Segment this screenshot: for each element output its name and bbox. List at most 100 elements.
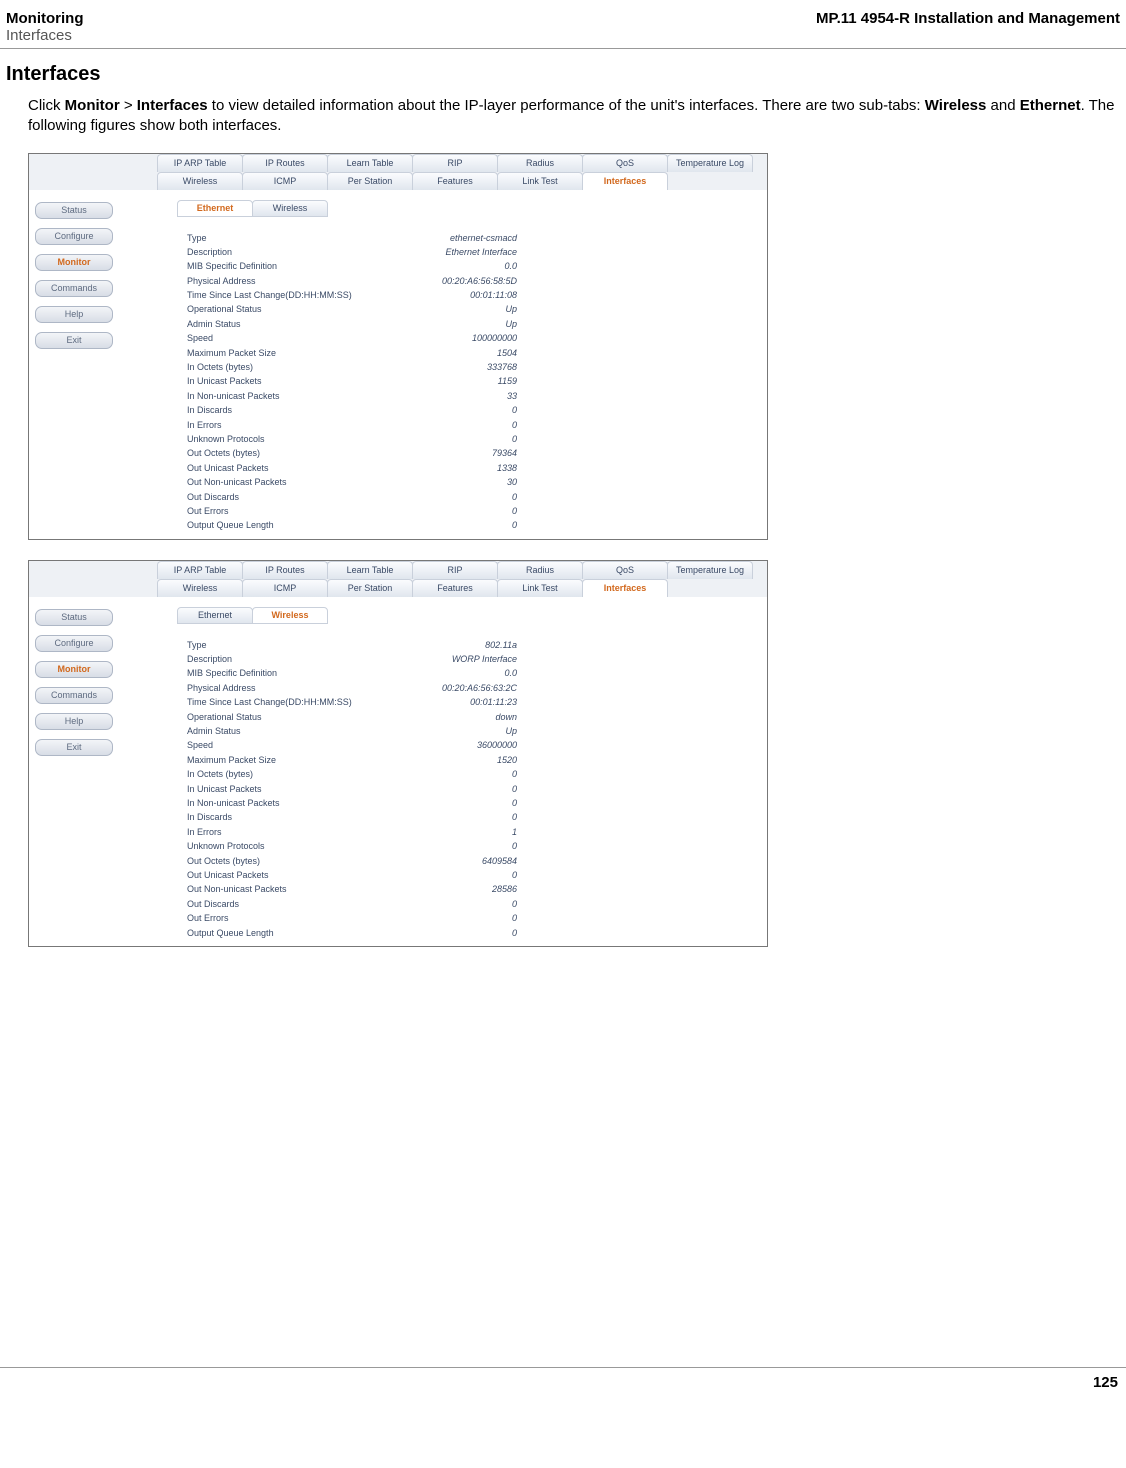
subtab-ethernet[interactable]: Ethernet [177,607,253,624]
nav-monitor-button[interactable]: Monitor [35,661,113,678]
subtab-wireless[interactable]: Wireless [252,200,328,217]
data-label: Physical Address [187,681,256,695]
data-row: Output Queue Length0 [187,926,517,940]
data-label: Maximum Packet Size [187,346,276,360]
data-row: Type802.11a [187,638,517,652]
section-title: Interfaces [6,63,1120,86]
nav-help-button[interactable]: Help [35,306,113,323]
data-label: Out Octets (bytes) [187,446,260,460]
data-row: Speed36000000 [187,738,517,752]
tab-learn-table[interactable]: Learn Table [327,561,413,579]
data-value: 1338 [497,461,517,475]
data-row: Unknown Protocols0 [187,432,517,446]
page-number: 125 [1093,1374,1118,1391]
tab-features[interactable]: Features [412,579,498,597]
nav-commands-button[interactable]: Commands [35,280,113,297]
tab-icmp[interactable]: ICMP [242,172,328,190]
data-value: Up [505,302,517,316]
nav-configure-button[interactable]: Configure [35,228,113,245]
data-value: 0.0 [504,666,517,680]
data-row: In Errors0 [187,418,517,432]
data-row: Out Discards 0 [187,490,517,504]
tab-ip-routes[interactable]: IP Routes [242,154,328,172]
data-label: Out Non-unicast Packets [187,475,287,489]
header-left: Monitoring Interfaces [6,10,83,44]
tab-per-station[interactable]: Per Station [327,579,413,597]
nav-status-button[interactable]: Status [35,609,113,626]
data-value: 0 [512,782,517,796]
data-label: Description [187,245,232,259]
tab-qos[interactable]: QoS [582,561,668,579]
data-value: 1159 [498,374,517,388]
nav-exit-button[interactable]: Exit [35,332,113,349]
data-row: In Unicast Packets1159 [187,374,517,388]
data-label: Description [187,652,232,666]
header-section: Monitoring [6,10,83,27]
data-label: Out Discards [187,490,239,504]
nav-exit-button[interactable]: Exit [35,739,113,756]
page-header: Monitoring Interfaces MP.11 4954-R Insta… [0,0,1126,49]
tab-ip-arp-table[interactable]: IP ARP Table [157,154,243,172]
data-label: In Discards [187,810,232,824]
data-row: In Unicast Packets0 [187,782,517,796]
data-value: 802.11a [485,638,517,652]
data-row: In Discards0 [187,403,517,417]
data-label: Out Unicast Packets [187,461,269,475]
data-label: Out Errors [187,504,229,518]
tab-interfaces[interactable]: Interfaces [582,172,668,190]
data-row: Out Octets (bytes)79364 [187,446,517,460]
tab-ip-arp-table[interactable]: IP ARP Table [157,561,243,579]
tab-rip[interactable]: RIP [412,561,498,579]
tab-qos[interactable]: QoS [582,154,668,172]
data-label: Operational Status [187,710,262,724]
data-row: In Discards0 [187,810,517,824]
nav-help-button[interactable]: Help [35,713,113,730]
data-label: Time Since Last Change(DD:HH:MM:SS) [187,288,352,302]
subtab-wireless[interactable]: Wireless [252,607,328,624]
tab-radius[interactable]: Radius [497,154,583,172]
nav-commands-button[interactable]: Commands [35,687,113,704]
tab-radius[interactable]: Radius [497,561,583,579]
tab-rip[interactable]: RIP [412,154,498,172]
sub-tab-row: EthernetWireless [29,607,767,624]
data-label: Maximum Packet Size [187,753,276,767]
subtab-ethernet[interactable]: Ethernet [177,200,253,217]
tab-interfaces[interactable]: Interfaces [582,579,668,597]
nav-configure-button[interactable]: Configure [35,635,113,652]
intro-paragraph: Click Monitor > Interfaces to view detai… [28,96,1120,137]
sidebar: Status Configure Monitor Commands Help Exit [35,202,113,349]
data-row: In Octets (bytes)0 [187,767,517,781]
tab-learn-table[interactable]: Learn Table [327,154,413,172]
data-row: Output Queue Length0 [187,518,517,532]
data-row: Out Errors0 [187,911,517,925]
data-row: MIB Specific Definition0.0 [187,259,517,273]
data-value: 1 [512,825,517,839]
nav-status-button[interactable]: Status [35,202,113,219]
screenshot-panel: IP ARP TableIP RoutesLearn TableRIPRadiu… [28,153,768,540]
tab-temperature-log[interactable]: Temperature Log [667,154,753,172]
tab-features[interactable]: Features [412,172,498,190]
data-value: 0 [512,839,517,853]
top-tab-row-2: WirelessICMPPer StationFeaturesLink Test… [29,579,767,597]
top-tab-row-1: IP ARP TableIP RoutesLearn TableRIPRadiu… [29,154,767,172]
data-row: DescriptionEthernet Interface [187,245,517,259]
data-value: 0 [512,926,517,940]
tab-ip-routes[interactable]: IP Routes [242,561,328,579]
tab-wireless[interactable]: Wireless [157,579,243,597]
data-row: In Non-unicast Packets0 [187,796,517,810]
data-row: Physical Address00:20:A6:56:58:5D [187,274,517,288]
tab-wireless[interactable]: Wireless [157,172,243,190]
tab-icmp[interactable]: ICMP [242,579,328,597]
content: Interfaces Click Monitor > Interfaces to… [0,49,1126,947]
top-tab-row-1: IP ARP TableIP RoutesLearn TableRIPRadiu… [29,561,767,579]
tab-link-test[interactable]: Link Test [497,172,583,190]
nav-monitor-button[interactable]: Monitor [35,254,113,271]
header-subsection: Interfaces [6,27,83,44]
data-value: down [495,710,517,724]
tab-temperature-log[interactable]: Temperature Log [667,561,753,579]
data-value: 0 [512,490,517,504]
data-label: Time Since Last Change(DD:HH:MM:SS) [187,695,352,709]
tab-link-test[interactable]: Link Test [497,579,583,597]
tab-per-station[interactable]: Per Station [327,172,413,190]
sub-tab-row: EthernetWireless [29,200,767,217]
